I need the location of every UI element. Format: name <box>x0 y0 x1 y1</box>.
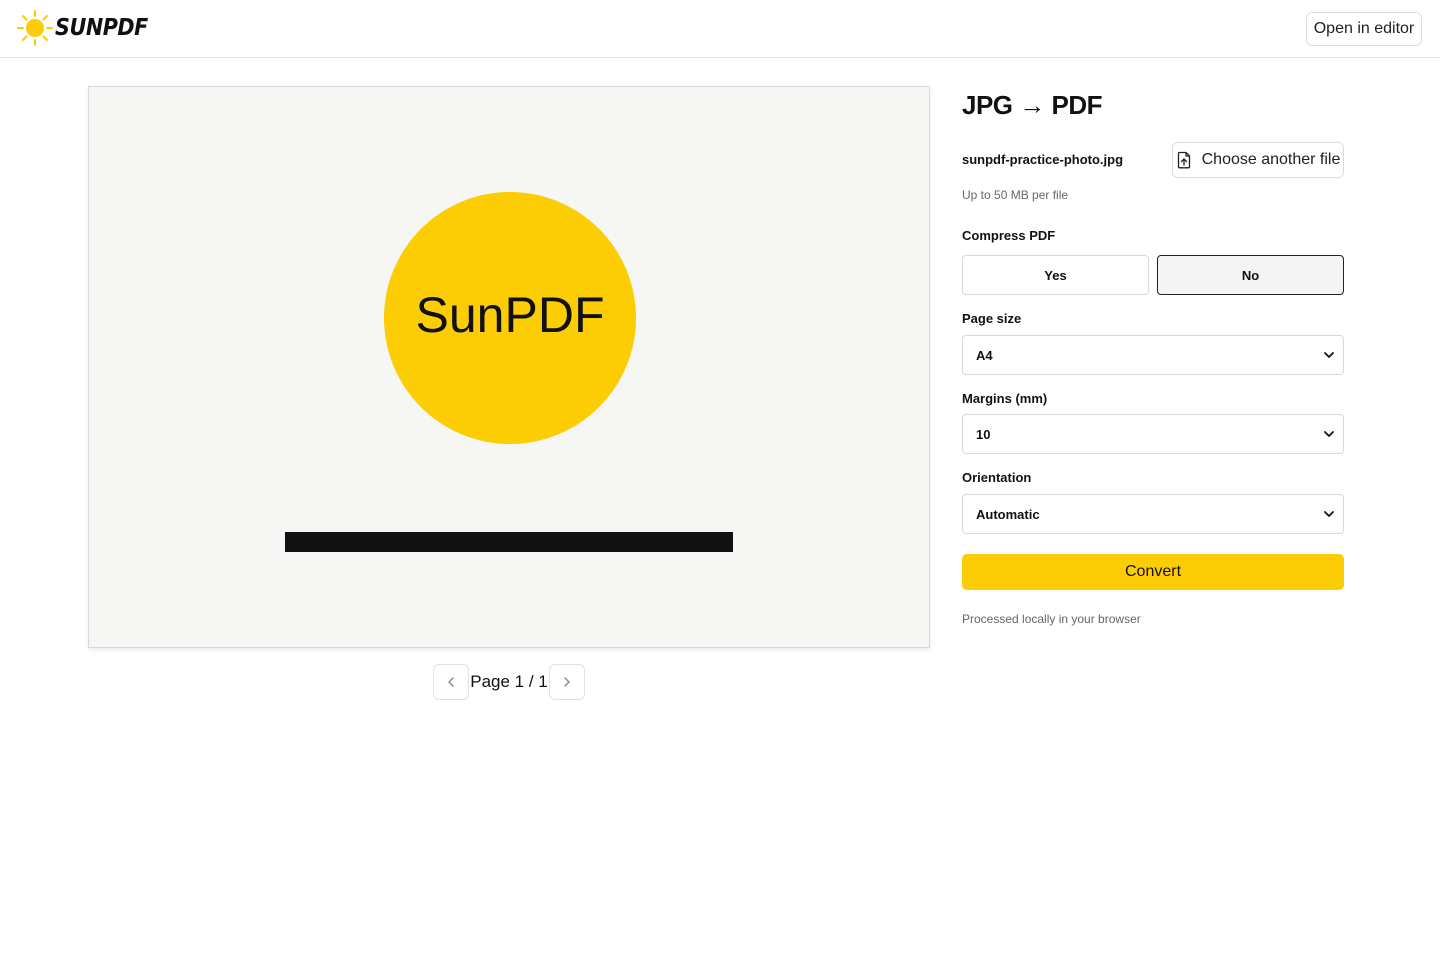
orientation-label: Orientation <box>962 470 1032 485</box>
open-in-editor-button[interactable]: Open in editor <box>1306 12 1422 46</box>
compress-yes-button[interactable]: Yes <box>962 255 1149 295</box>
choose-another-file-button[interactable]: Choose another file <box>1172 142 1344 178</box>
page-size-select[interactable]: A4 <box>962 335 1344 375</box>
chevron-right-icon <box>564 677 570 687</box>
next-page-button[interactable] <box>548 664 585 700</box>
black-bar <box>285 532 733 552</box>
sun-icon <box>17 10 53 46</box>
page-size-value: A4 <box>976 347 993 363</box>
brand-name: SUNPDF <box>55 15 148 41</box>
file-upload-icon <box>1177 151 1190 169</box>
margins-label: Margins (mm) <box>962 391 1048 406</box>
choose-another-file-label: Choose another file <box>1201 151 1341 168</box>
orientation-select[interactable]: Automatic <box>962 494 1344 534</box>
logo[interactable]: SUNPDF <box>16 10 158 46</box>
margins-value: 10 <box>976 426 991 442</box>
file-size-hint: Up to 50 MB per file <box>962 188 1069 202</box>
margins-select[interactable]: 10 <box>962 414 1344 454</box>
preview-image-text: SunPDF <box>416 287 605 343</box>
pager: Page 1 / 1 <box>433 664 585 700</box>
convert-button[interactable]: Convert <box>962 554 1344 590</box>
prev-page-button[interactable] <box>433 664 469 700</box>
chevron-down-icon <box>1324 431 1334 437</box>
chevron-down-icon <box>1324 511 1334 517</box>
compress-label: Compress PDF <box>962 228 1056 243</box>
page-indicator: Page 1 / 1 <box>470 672 548 691</box>
top-bar: SUNPDF Open in editor <box>0 0 1440 58</box>
preview-image: SunPDF <box>285 192 733 552</box>
orientation-value: Automatic <box>976 506 1040 522</box>
page-title: JPG → PDF <box>962 90 1102 120</box>
chevron-left-icon <box>448 677 454 687</box>
compress-no-button[interactable]: No <box>1157 255 1344 295</box>
chevron-down-icon <box>1324 352 1334 358</box>
document-preview: SunPDF <box>88 86 930 648</box>
file-name: sunpdf-practice-photo.jpg <box>962 152 1124 167</box>
page-size-label: Page size <box>962 311 1022 326</box>
local-processing-note: Processed locally in your browser <box>962 612 1141 626</box>
